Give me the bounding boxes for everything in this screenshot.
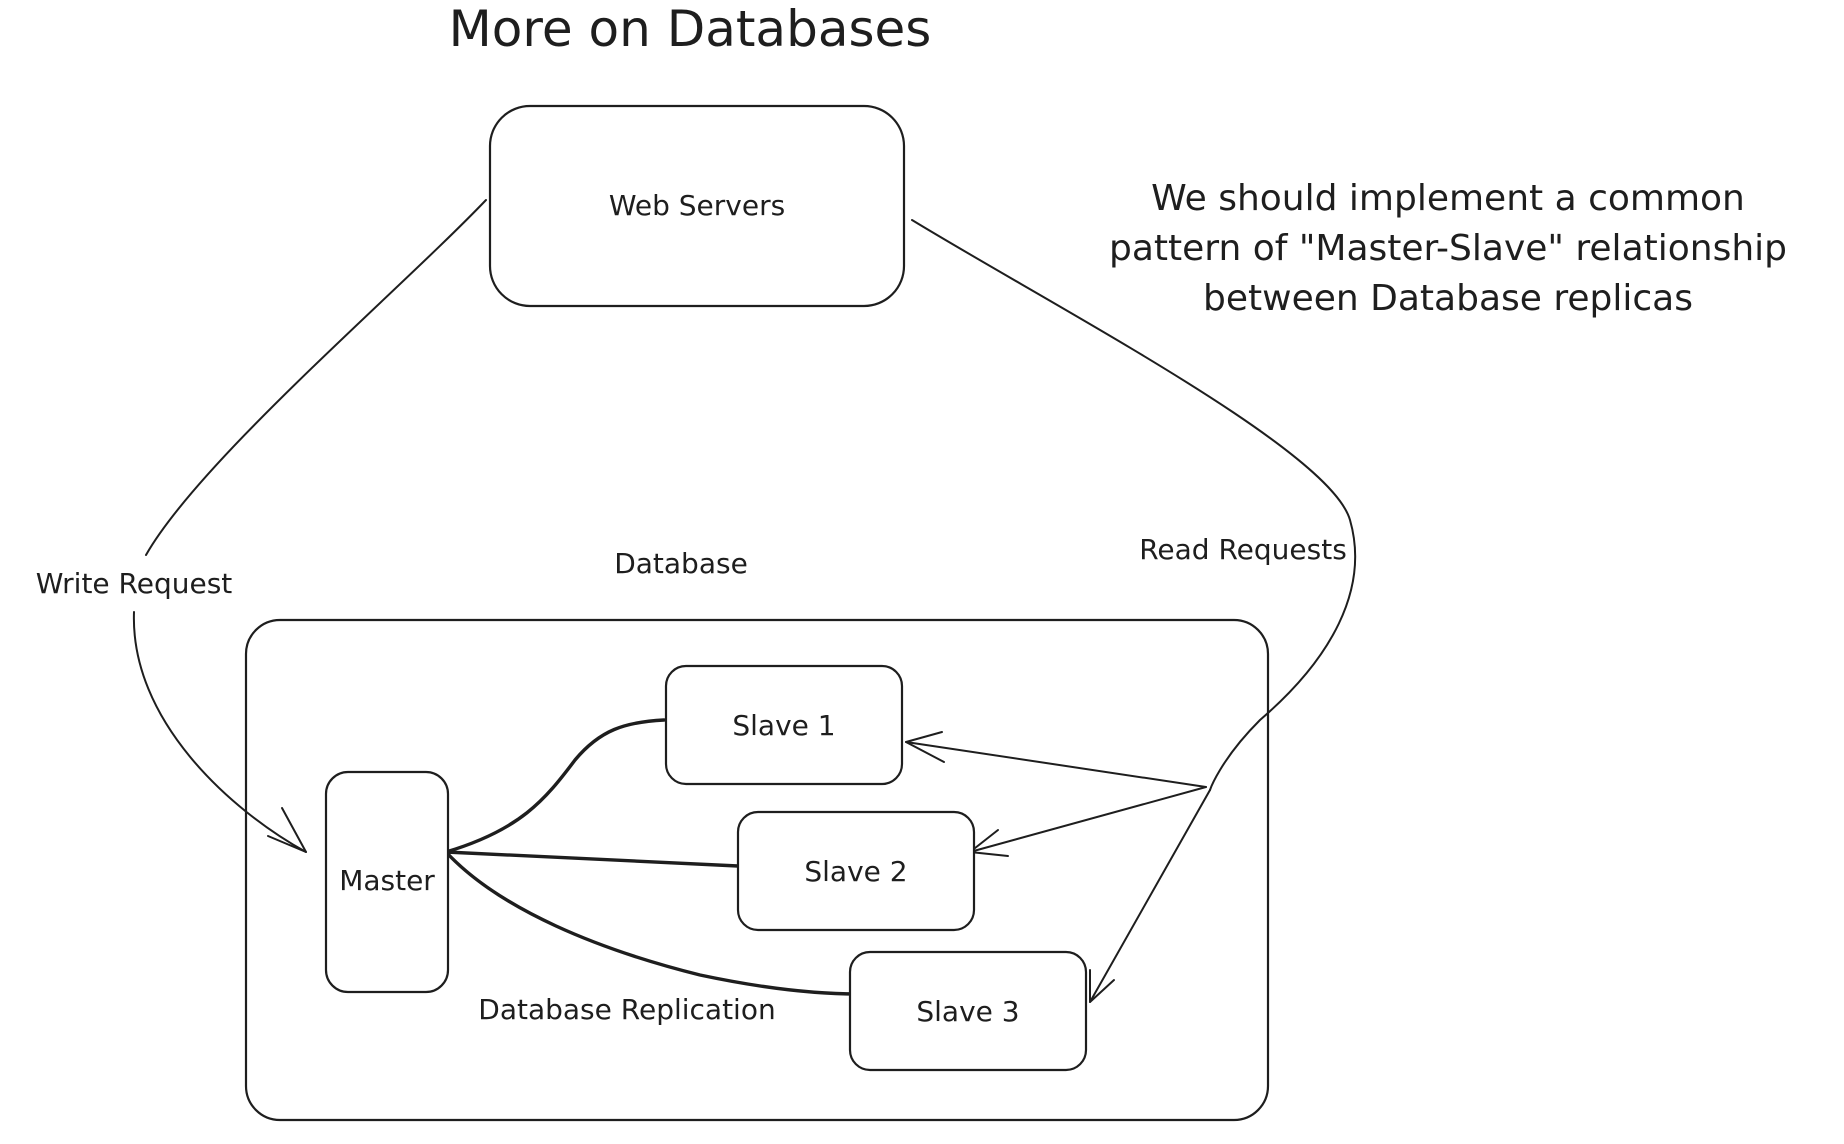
write-request-label: Write Request: [36, 567, 233, 600]
diagram-canvas: More on Databases We should implement a …: [36, 0, 1787, 1122]
slave-1-label: Slave 1: [732, 709, 835, 742]
annotation-note: We should implement a common pattern of …: [1109, 178, 1787, 319]
note-line-1: We should implement a common: [1151, 178, 1745, 219]
diagram-title: More on Databases: [449, 0, 932, 58]
slave-2-label: Slave 2: [804, 855, 907, 888]
database-group-label: Database: [614, 547, 748, 580]
web-servers-label: Web Servers: [609, 189, 785, 222]
master-node[interactable]: Master: [324, 770, 450, 994]
replication-label: Database Replication: [478, 993, 775, 1026]
slave-3-label: Slave 3: [916, 995, 1019, 1028]
slave-3-node[interactable]: Slave 3: [848, 950, 1088, 1072]
slave-1-node[interactable]: Slave 1: [664, 664, 904, 786]
write-request-edge[interactable]: [145, 199, 487, 556]
master-label: Master: [339, 864, 435, 897]
slave-2-node[interactable]: Slave 2: [736, 810, 976, 932]
read-requests-label: Read Requests: [1139, 533, 1347, 566]
note-line-2: pattern of "Master-Slave" relationship: [1109, 228, 1787, 269]
web-servers-node[interactable]: Web Servers: [488, 104, 906, 308]
note-line-3: between Database replicas: [1203, 278, 1693, 319]
